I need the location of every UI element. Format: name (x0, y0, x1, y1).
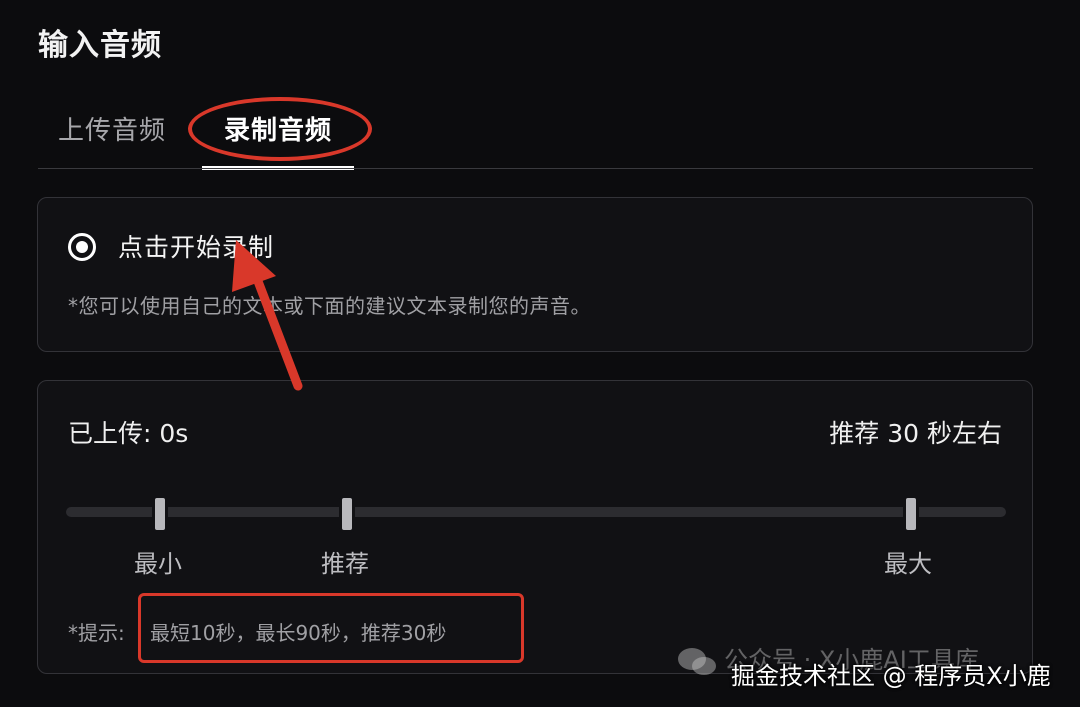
wechat-icon (678, 648, 716, 675)
watermark-juejin: 掘金技术社区 @ 程序员X小鹿 (731, 662, 1051, 690)
annotation-arrow-icon (232, 240, 303, 391)
